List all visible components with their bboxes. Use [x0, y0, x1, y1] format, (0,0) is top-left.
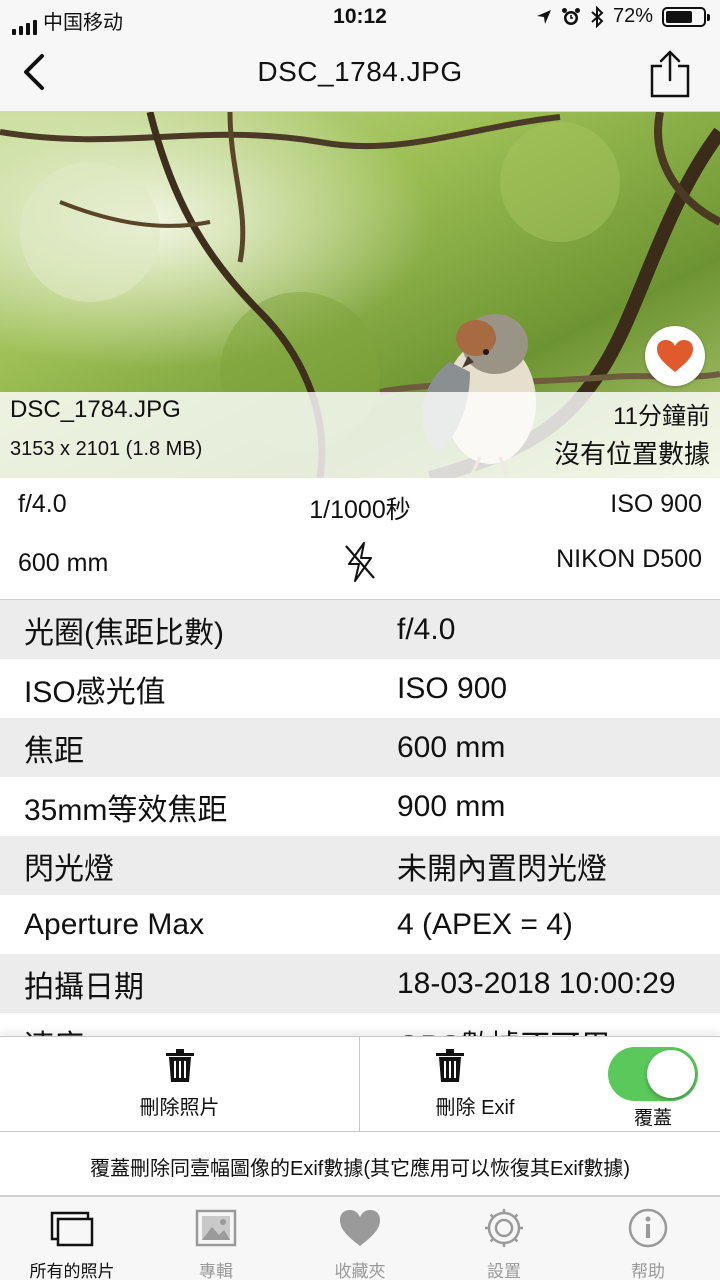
delete-photo-button[interactable]: 刪除照片 — [0, 1037, 360, 1133]
status-right: 72% — [536, 5, 710, 28]
exif-row: 閃光燈 未開內置閃光燈 — [0, 836, 720, 895]
share-icon — [650, 50, 690, 98]
back-button[interactable] — [14, 50, 58, 94]
exif-key: Aperture Max — [24, 907, 205, 941]
tab-label: 收藏夾 — [334, 1262, 386, 1280]
photo-time-ago: 11分鐘前 — [613, 403, 710, 430]
tab-help[interactable]: 帮助 — [576, 1197, 720, 1280]
overwrite-toggle[interactable] — [608, 1047, 698, 1101]
quick-iso: ISO 900 — [610, 490, 702, 518]
quick-info: f/4.0 1/1000秒 ISO 900 600 mm NIKON D500 — [0, 478, 720, 600]
exif-row: 拍攝日期 18-03-2018 10:00:29 — [0, 954, 720, 1013]
photo-filename: DSC_1784.JPG — [10, 396, 181, 423]
tab-label: 設置 — [487, 1262, 521, 1280]
action-bar: 刪除照片 刪除 Exif 覆蓋 — [0, 1036, 720, 1133]
exif-row: 35mm等效焦距 900 mm — [0, 777, 720, 836]
exif-key: 速度 — [24, 1021, 397, 1037]
exif-key: 光圈(焦距比數) — [24, 616, 224, 650]
photos-icon — [50, 1211, 94, 1247]
status-bar: 中国移动 10:12 72% — [0, 0, 720, 36]
tab-label: 專輯 — [199, 1262, 233, 1280]
tab-label: 帮助 — [631, 1262, 665, 1280]
tab-albums[interactable]: 專輯 — [144, 1197, 288, 1280]
bluetooth-icon — [591, 5, 604, 28]
exif-key: 拍攝日期 — [24, 970, 144, 1004]
tab-settings[interactable]: 設置 — [432, 1197, 576, 1280]
overwrite-label: 覆蓋 — [633, 1108, 672, 1129]
photo-dimensions: 3153 x 2101 (1.8 MB) — [10, 438, 203, 460]
tab-label: 所有的照片 — [29, 1262, 115, 1280]
exif-value: GPS數據不可用 — [397, 1021, 610, 1037]
battery-level — [666, 10, 692, 23]
exif-value: 18-03-2018 10:00:29 — [397, 966, 676, 1000]
location-arrow-icon — [536, 9, 551, 24]
heart-icon — [657, 340, 693, 372]
exif-value: ISO 900 — [397, 671, 508, 705]
exif-value: 4 (APEX = 4) — [397, 907, 573, 941]
delete-exif-button[interactable]: 刪除 Exif — [360, 1037, 590, 1133]
trash-icon — [166, 1049, 194, 1082]
flash-off-icon — [345, 542, 375, 582]
trash-icon — [436, 1049, 464, 1082]
tab-all-photos[interactable]: 所有的照片 — [0, 1197, 144, 1280]
tab-bar: 所有的照片 專輯 收藏夾 設置 帮助 — [0, 1196, 720, 1280]
battery-icon — [662, 6, 710, 27]
share-button[interactable] — [648, 48, 692, 100]
chevron-left-icon — [24, 54, 44, 90]
quick-focal-length: 600 mm — [18, 549, 109, 577]
overwrite-note: 覆蓋刪除同壹幅圖像的Exif數據(其它應用可以恢復其Exif數據) — [0, 1132, 720, 1196]
battery-percent: 72% — [612, 5, 653, 27]
exif-value: 600 mm — [397, 730, 506, 764]
exif-key: ISO感光值 — [24, 675, 166, 709]
heart-icon — [340, 1210, 380, 1246]
exif-value: 900 mm — [397, 789, 506, 823]
gear-icon — [485, 1209, 523, 1247]
exif-row: ISO感光值 ISO 900 — [0, 659, 720, 718]
favorite-button[interactable] — [645, 326, 705, 386]
exif-row: 光圈(焦距比數) f/4.0 — [0, 600, 720, 659]
album-icon — [195, 1209, 237, 1247]
nav-bar: DSC_1784.JPG — [0, 36, 720, 112]
exif-table[interactable]: 光圈(焦距比數) f/4.0 ISO感光值 ISO 900 焦距 600 mm 35m… — [0, 600, 720, 1036]
exif-value: 未開內置閃光燈 — [397, 852, 607, 886]
photo-preview[interactable]: DSC_1784.JPG 3153 x 2101 (1.8 MB) 11分鐘前 … — [0, 112, 720, 478]
exif-row: 焦距 600 mm — [0, 718, 720, 777]
delete-exif-label: 刪除 Exif — [435, 1097, 515, 1119]
info-icon — [628, 1208, 668, 1248]
exif-key: 閃光燈 — [24, 852, 114, 886]
exif-key: 35mm等效焦距 — [24, 793, 228, 827]
exif-row: 速度GPS數據不可用 — [0, 1013, 720, 1036]
page-title: DSC_1784.JPG — [257, 56, 463, 87]
exif-key: 焦距 — [24, 734, 84, 768]
tab-favorites[interactable]: 收藏夾 — [288, 1197, 432, 1280]
delete-photo-label: 刪除照片 — [139, 1097, 220, 1119]
alarm-icon — [561, 7, 580, 25]
toggle-knob — [647, 1050, 695, 1098]
quick-camera-model: NIKON D500 — [556, 545, 702, 573]
photo-location: 沒有位置數據 — [553, 439, 710, 469]
exif-row: Aperture Max 4 (APEX = 4) — [0, 895, 720, 954]
photo-info-overlay: DSC_1784.JPG 3153 x 2101 (1.8 MB) 11分鐘前 … — [0, 392, 720, 478]
exif-value: f/4.0 — [397, 612, 456, 646]
